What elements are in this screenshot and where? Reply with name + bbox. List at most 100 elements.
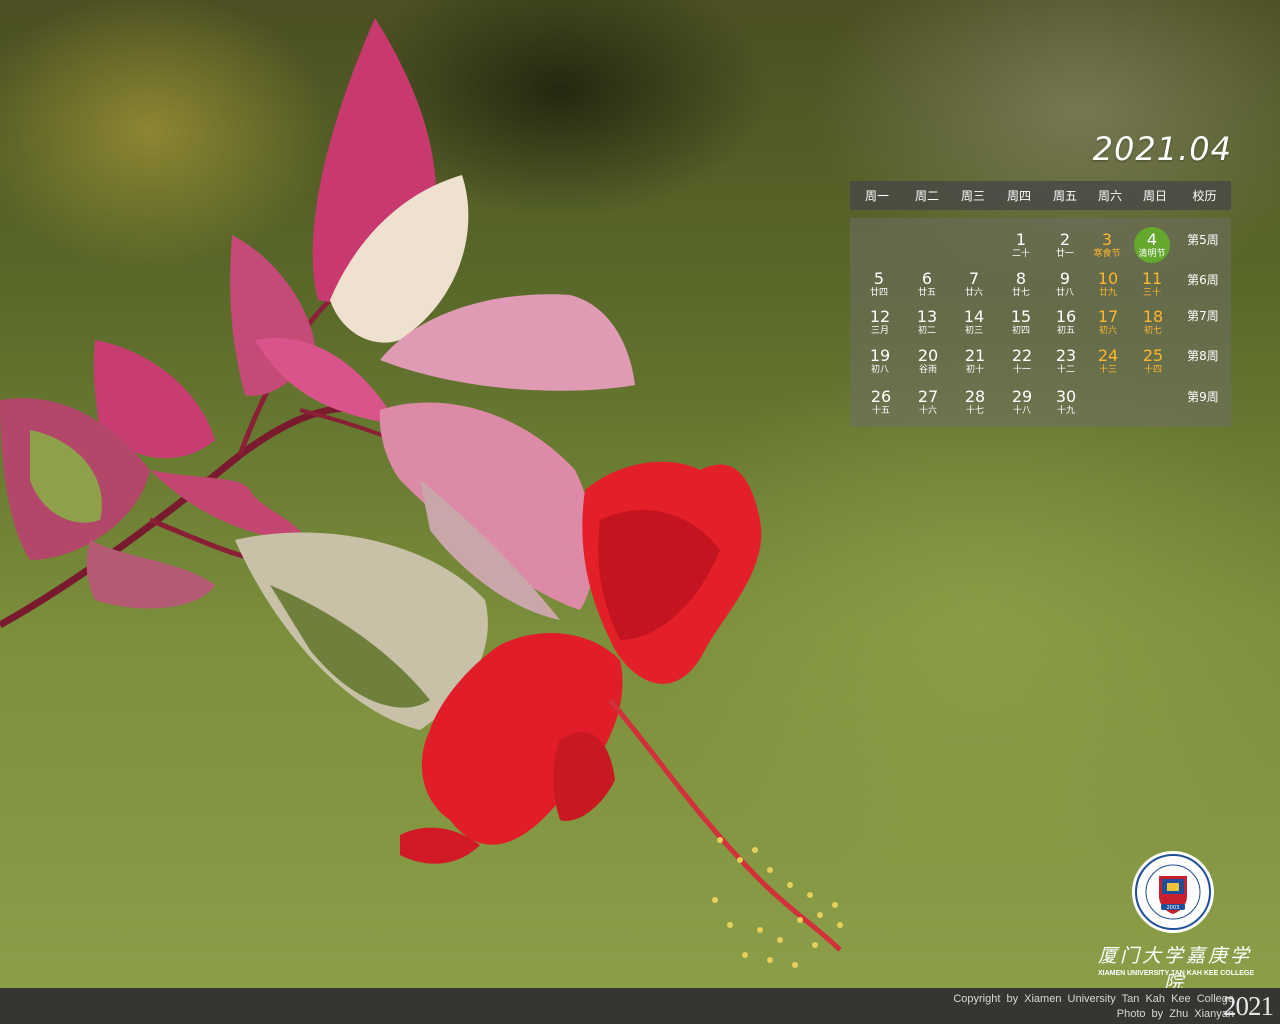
school-name-calligraphy: 厦门大学嘉庚学院 [1097, 945, 1252, 994]
lunar-date: 廿九 [1098, 288, 1117, 298]
calendar-day: 26 十五 [859, 388, 903, 424]
calendar-day: 5 廿四 [857, 270, 901, 306]
lunar-date: 十一 [1012, 365, 1031, 375]
day-number: 26 [870, 387, 892, 406]
calendar-day: 12 三月 [858, 308, 902, 344]
lunar-date: 廿八 [1055, 288, 1074, 298]
school-name-english: XIAMEN UNIVERSITY TAN KAH KEE COLLEGE [1097, 970, 1255, 977]
weekday-fri: 周五 [1052, 189, 1077, 203]
lunar-date: 初四 [1011, 326, 1030, 336]
calendar-day: 30 十九 [1044, 388, 1088, 424]
seal-year: 2003 [1167, 905, 1180, 911]
calendar-day: 2 廿一 [1043, 231, 1087, 267]
day-number: 29 [1011, 387, 1033, 406]
calendar-day: 23 十二 [1044, 347, 1088, 383]
lunar-date: 三月 [870, 326, 889, 336]
weekday-sat: 周六 [1097, 189, 1122, 203]
lunar-date: 十四 [1143, 365, 1162, 375]
school-week-label: 第9周 [1187, 390, 1219, 404]
lunar-date: 二十 [1011, 249, 1030, 259]
calendar-day: 19 初八 [858, 347, 902, 383]
lunar-date: 廿五 [917, 288, 936, 298]
calendar-day: 17 初六 [1086, 308, 1130, 344]
calendar-day: 24 十三 [1086, 347, 1130, 383]
lunar-date: 十七 [965, 406, 984, 416]
college-seal-logo: 2003 [1132, 851, 1214, 933]
day-number: 7 [968, 269, 980, 288]
day-number: 21 [964, 346, 986, 365]
lunar-date: 寒食节 [1093, 249, 1121, 259]
calendar-day: 25 十四 [1131, 347, 1175, 383]
school-week-label: 第7周 [1187, 309, 1219, 323]
day-number: 16 [1055, 307, 1077, 326]
day-number: 24 [1097, 346, 1119, 365]
day-number: 28 [964, 387, 986, 406]
lunar-date: 十九 [1056, 406, 1075, 416]
calendar-grid: 1 二十 2 廿一 3 寒食节 4 清明节 第5周 5 廿四 6 廿五 7 廿六 8 廿七 9廿… [850, 218, 1231, 427]
day-number: 9 [1059, 269, 1071, 288]
footer-bar: Copyright by Xiamen University Tan Kah K… [0, 988, 1280, 1024]
day-number: 6 [921, 269, 933, 288]
lunar-date: 十六 [918, 406, 937, 416]
calendar-day: 6 廿五 [905, 270, 949, 306]
lunar-date: 清明节 [1138, 249, 1166, 259]
calendar-month-title: 2021.04 [1092, 130, 1232, 168]
day-number: 14 [963, 307, 985, 326]
weekday-thu: 周四 [1006, 189, 1031, 203]
calendar-day: 7 廿六 [952, 270, 996, 306]
day-number: 13 [916, 307, 938, 326]
day-number: 22 [1011, 346, 1033, 365]
lunar-date: 十三 [1098, 365, 1117, 375]
calendar-day: 3 寒食节 [1085, 231, 1129, 267]
day-number: 4 [1146, 230, 1158, 249]
day-number: 3 [1101, 230, 1113, 249]
lunar-date: 初八 [870, 365, 889, 375]
day-number: 30 [1055, 387, 1077, 406]
weekday-wed: 周三 [960, 189, 985, 203]
school-week-label: 第8周 [1187, 349, 1219, 363]
footer-year: 2021 [1223, 991, 1274, 1021]
lunar-date: 十八 [1012, 406, 1031, 416]
lunar-date: 三十 [1142, 288, 1161, 298]
day-number: 10 [1097, 269, 1119, 288]
day-number: 18 [1142, 307, 1164, 326]
calendar-day: 8 廿七 [999, 270, 1043, 306]
lunar-date: 初十 [965, 365, 984, 375]
calendar-day: 1 二十 [999, 231, 1043, 267]
lunar-date: 初三 [964, 326, 983, 336]
day-number: 15 [1010, 307, 1032, 326]
calendar-day: 15 初四 [999, 308, 1043, 344]
day-number: 20 [917, 346, 939, 365]
day-number: 8 [1015, 269, 1027, 288]
calendar-day: 14 初三 [952, 308, 996, 344]
school-week-label: 第5周 [1187, 233, 1219, 247]
calendar-day: 22 十一 [1000, 347, 1044, 383]
lunar-date: 十五 [871, 406, 890, 416]
day-number: 27 [917, 387, 939, 406]
lunar-date: 初七 [1143, 326, 1162, 336]
day-number: 25 [1142, 346, 1164, 365]
calendar-day: 29 十八 [1000, 388, 1044, 424]
lunar-date: 十二 [1056, 365, 1075, 375]
lunar-date: 廿六 [964, 288, 983, 298]
calendar-day: 20 谷雨 [906, 347, 950, 383]
calendar-day: 13 初二 [905, 308, 949, 344]
day-number: 5 [873, 269, 885, 288]
weekday-sun: 周日 [1142, 189, 1167, 203]
lunar-date: 初六 [1098, 326, 1117, 336]
calendar-day: 11 三十 [1130, 270, 1174, 306]
calendar-day: 18 初七 [1131, 308, 1175, 344]
lunar-date: 谷雨 [918, 365, 937, 375]
lunar-date: 初五 [1056, 326, 1075, 336]
school-week-label: 第6周 [1187, 273, 1219, 287]
day-number: 11 [1141, 269, 1163, 288]
weekday-mon: 周一 [864, 189, 889, 203]
day-number: 17 [1097, 307, 1119, 326]
lunar-date: 廿一 [1055, 249, 1074, 259]
day-number: 2 [1059, 230, 1071, 249]
weekday-tue: 周二 [914, 189, 939, 203]
calendar-day: 27 十六 [906, 388, 950, 424]
day-number: 23 [1055, 346, 1077, 365]
school-calendar-header: 校历 [1192, 189, 1217, 203]
lunar-date: 廿四 [869, 288, 888, 298]
